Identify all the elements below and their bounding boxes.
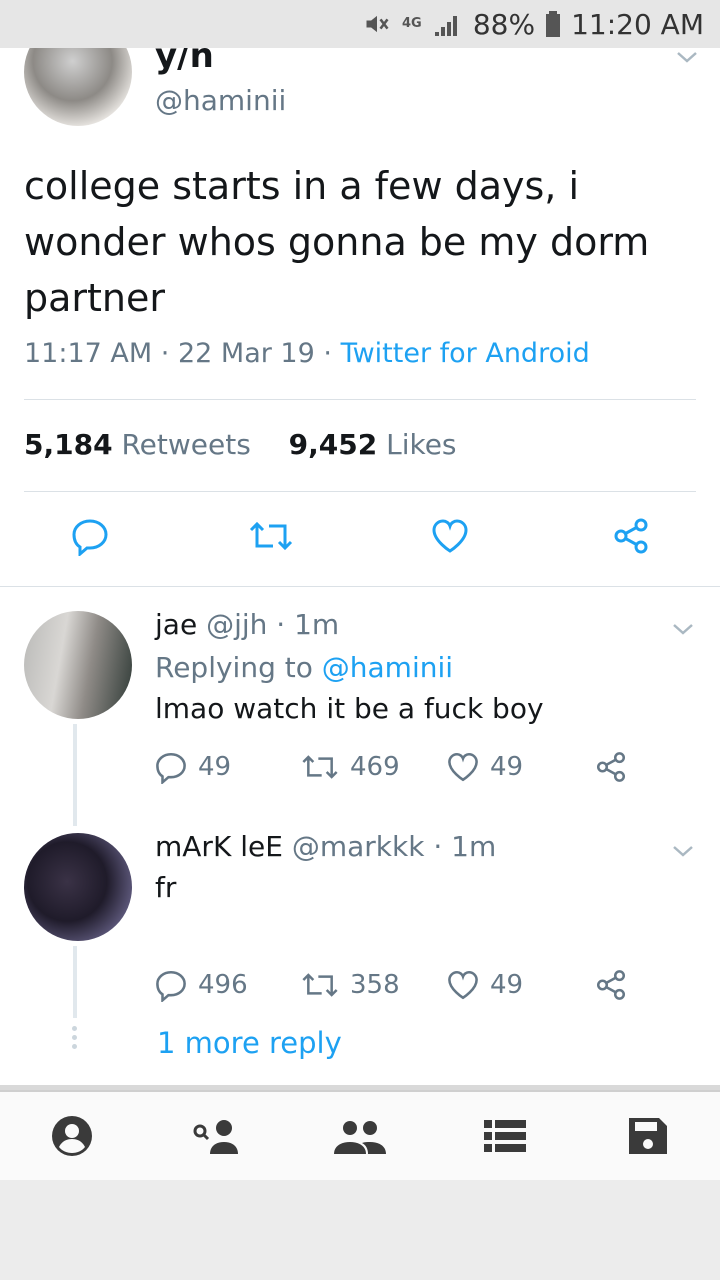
meta-separator: · [160, 338, 170, 369]
reply-author-name[interactable]: jae [155, 608, 197, 641]
like-button[interactable]: 49 [446, 750, 523, 784]
heart-icon [448, 752, 478, 782]
tweet-meta: 11:17 AM · 22 Mar 19 · Twitter for Andro… [24, 338, 590, 369]
retweet-button[interactable]: 469 [300, 750, 400, 784]
meta-separator: · [433, 830, 443, 863]
chevron-down-icon[interactable] [668, 614, 698, 644]
divider [0, 586, 720, 587]
reply-count: 49 [198, 752, 232, 782]
share-icon [596, 970, 626, 1000]
reply-icon [156, 752, 186, 784]
retweet-count: 469 [350, 752, 400, 782]
retweet-icon[interactable] [247, 516, 295, 556]
mute-icon [363, 10, 391, 38]
meta-separator: · [323, 338, 332, 369]
reply-avatar[interactable] [24, 611, 132, 719]
author-avatar[interactable] [24, 48, 132, 126]
share-icon[interactable] [611, 516, 651, 556]
share-button[interactable] [594, 750, 628, 784]
like-count: 49 [490, 752, 524, 782]
share-icon [596, 752, 626, 782]
user-search-icon[interactable] [192, 1114, 242, 1158]
network-type-icon: 4G [401, 16, 423, 31]
reply-header: jae @jjh · 1m [155, 608, 544, 641]
reply-author-name[interactable]: mArK leE [155, 830, 283, 863]
save-icon[interactable] [627, 1114, 669, 1158]
status-bar: 4G 88% 11:20 AM [0, 0, 720, 48]
replying-prefix: Replying to [155, 651, 313, 684]
people-icon[interactable] [332, 1114, 388, 1158]
reply-author-handle[interactable]: @markkk [292, 830, 425, 863]
retweets-stat[interactable]: 5,184 Retweets [24, 428, 251, 461]
tweet-stats: 5,184 Retweets 9,452 Likes [24, 428, 457, 461]
thread-line [73, 724, 77, 826]
reply-icon [156, 970, 186, 1002]
meta-separator: · [276, 608, 286, 641]
reply-header: mArK leE @markkk · 1m [155, 830, 496, 863]
profile-icon[interactable] [50, 1114, 94, 1158]
thread-line [73, 946, 77, 1018]
reply-avatar[interactable] [24, 833, 132, 941]
author-name[interactable]: y/n [155, 48, 214, 76]
share-button[interactable] [594, 968, 628, 1002]
reply-item[interactable]: mArK leE @markkk · 1m fr [155, 830, 496, 904]
reply-author-handle[interactable]: @jjh [206, 608, 267, 641]
bottom-nav [0, 1090, 720, 1180]
likes-stat[interactable]: 9,452 Likes [289, 428, 457, 461]
more-replies-link[interactable]: 1 more reply [157, 1026, 342, 1060]
retweet-icon [302, 755, 338, 779]
reply-icon[interactable] [70, 516, 110, 556]
retweets-label: Retweets [121, 428, 251, 461]
tweet-source-link[interactable]: Twitter for Android [341, 338, 590, 369]
like-count: 49 [490, 970, 524, 1000]
reply-item[interactable]: jae @jjh · 1m Replying to @haminii lmao … [155, 608, 544, 725]
chevron-down-icon[interactable] [672, 48, 702, 72]
retweet-icon [302, 973, 338, 997]
replying-to: Replying to @haminii [155, 651, 544, 684]
reply-actions: 49 469 49 [150, 750, 640, 786]
divider [24, 491, 696, 492]
author-handle[interactable]: @haminii [155, 84, 286, 117]
tweet-date: 22 Mar 19 [177, 338, 315, 369]
divider [24, 399, 696, 400]
reply-text: lmao watch it be a fuck boy [155, 692, 544, 725]
reply-time: 1m [294, 608, 340, 641]
list-icon[interactable] [482, 1114, 528, 1158]
reply-button[interactable]: 49 [154, 750, 231, 784]
reply-text: fr [155, 871, 177, 904]
tweet-detail: y/n @haminii college starts in a few day… [0, 48, 720, 1088]
likes-label: Likes [386, 428, 457, 461]
battery-icon [545, 10, 561, 38]
heart-icon [448, 970, 478, 1000]
heart-icon[interactable] [430, 516, 470, 556]
network-label: 4G [402, 16, 422, 31]
likes-count: 9,452 [288, 428, 378, 461]
signal-icon [433, 10, 463, 38]
reply-actions: 496 358 49 [150, 968, 640, 1004]
reply-button[interactable]: 496 [154, 968, 248, 1002]
clock: 11:20 AM [571, 7, 704, 41]
retweet-count: 358 [350, 970, 400, 1000]
reply-time: 1m [451, 830, 497, 863]
tweet-time: 11:17 AM [24, 338, 153, 369]
chevron-down-icon[interactable] [668, 836, 698, 866]
thread-dots [72, 1026, 78, 1053]
tweet-actions [0, 516, 720, 560]
replying-to-handle[interactable]: @haminii [322, 651, 453, 684]
like-button[interactable]: 49 [446, 968, 523, 1002]
reply-count: 496 [198, 970, 248, 1000]
battery-percent: 88% [472, 7, 536, 41]
retweet-button[interactable]: 358 [300, 968, 400, 1002]
retweets-count: 5,184 [24, 428, 113, 461]
tweet-text: college starts in a few days, i wonder w… [24, 164, 650, 320]
